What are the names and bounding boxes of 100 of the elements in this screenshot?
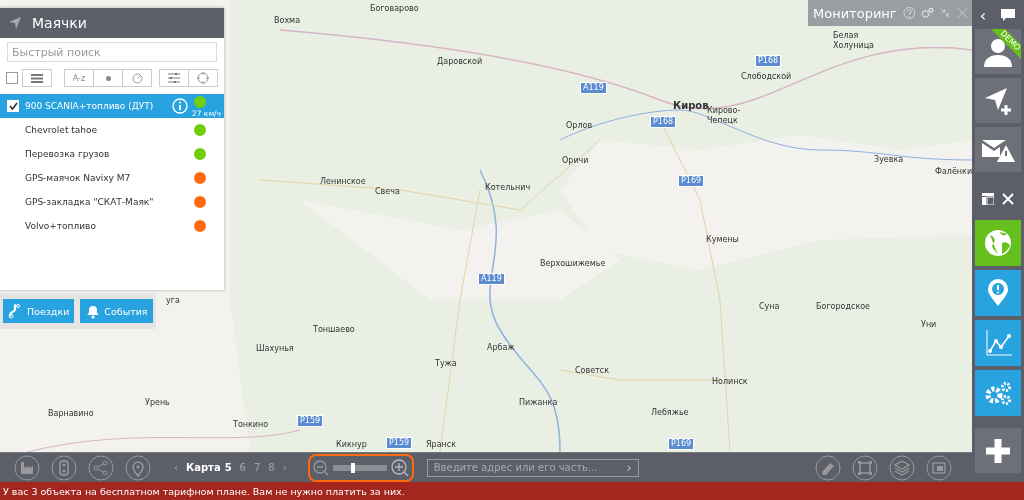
go-button[interactable]: › <box>626 460 632 475</box>
beacon-row[interactable]: Volvo+топливо <box>0 214 224 238</box>
road-number: А119 <box>580 82 607 94</box>
place-label: Кумены <box>706 235 739 245</box>
alerts-button[interactable] <box>975 127 1021 172</box>
beacon-name: Volvo+топливо <box>25 221 97 231</box>
chat-icon[interactable] <box>1000 8 1017 22</box>
road-number: Р169 <box>678 175 705 187</box>
place-label: Яранск <box>426 440 456 450</box>
zoom-slider-thumb[interactable] <box>350 462 355 473</box>
factory-icon[interactable] <box>14 454 40 481</box>
place-label: Верхошижемье <box>540 259 606 269</box>
minimap-icon[interactable] <box>926 454 952 481</box>
search-field[interactable]: Быстрый поиск <box>7 42 217 62</box>
previous-map-button[interactable]: ‹ <box>174 462 178 473</box>
place-label: Боговарово <box>370 4 419 14</box>
help-icon[interactable] <box>902 6 916 20</box>
collapse-icon[interactable] <box>940 7 952 19</box>
map-page-tab[interactable]: 7 <box>253 462 261 473</box>
place-label: Советск <box>575 366 609 376</box>
place-label: Нолинск <box>712 377 748 387</box>
place-label: Лебяжье <box>651 408 689 418</box>
globe-icon <box>984 229 1012 257</box>
place-label: Оричи <box>562 156 589 166</box>
beacon-name: Chevrolet tahoe <box>25 125 99 135</box>
place-label: Ленинское <box>320 177 366 187</box>
beacon-row[interactable]: Перевозка грузов <box>0 142 224 166</box>
zoom-out-icon[interactable] <box>312 459 329 476</box>
layout-icon[interactable] <box>982 193 994 205</box>
map-label: Карта <box>186 462 221 473</box>
sort-alphabetical-button[interactable]: A-z <box>65 70 94 86</box>
place-label: Тужа <box>435 359 457 369</box>
app-button[interactable] <box>975 220 1021 266</box>
app-button[interactable] <box>975 320 1021 366</box>
layers-icon[interactable] <box>889 454 915 481</box>
place-label: Богородское <box>816 302 871 312</box>
beacon-name: GPS-маячок Navixy M7 <box>25 173 132 183</box>
checkmark-icon <box>8 102 18 110</box>
beacon-checkbox[interactable] <box>7 100 19 112</box>
beacon-row[interactable]: GPS-маячок Navixy M7 <box>0 166 224 190</box>
place-label: Уни <box>921 320 937 330</box>
gears-icon <box>984 379 1012 407</box>
dot-icon <box>105 75 111 81</box>
eraser-icon[interactable] <box>815 454 841 481</box>
address-search-field[interactable]: Введите адрес или его часть... › <box>426 458 639 477</box>
place-label: Киров <box>673 101 709 111</box>
traffic-light-icon[interactable] <box>51 454 77 481</box>
panel-button[interactable]: События <box>80 299 153 323</box>
place-label: Арбаж <box>487 343 515 353</box>
beacon-row[interactable]: GPS-закладка "СКАТ-Маяк" <box>0 190 224 214</box>
route-icon <box>8 303 22 319</box>
sliders-icon <box>168 73 180 83</box>
place-label: Варнавино <box>48 409 94 419</box>
map-pin-icon[interactable] <box>125 454 151 481</box>
map-page-tab[interactable]: 5 <box>224 462 232 473</box>
place-label: Зуевка <box>874 155 904 165</box>
crosshair-icon <box>197 72 209 84</box>
place-label: Урень <box>145 398 170 408</box>
app-button[interactable] <box>975 270 1021 316</box>
beacon-name: GPS-закладка "СКАТ-Маяк" <box>25 197 155 207</box>
share-icon[interactable] <box>88 454 114 481</box>
add-beacon-button[interactable] <box>975 78 1021 123</box>
info-icon <box>172 98 188 114</box>
bell-icon <box>85 303 100 319</box>
place-label: Даровской <box>437 57 483 67</box>
select-all-checkbox[interactable] <box>6 72 18 84</box>
place-label: Пижанка <box>519 398 558 408</box>
arrow-plus-icon <box>983 85 1013 116</box>
place-label: Тонкино <box>233 420 269 430</box>
place-label: Фалёнки <box>935 167 972 177</box>
road-number: Р169 <box>668 438 695 450</box>
place-label: Тоншаево <box>313 325 355 335</box>
add-app-button[interactable] <box>975 428 1021 473</box>
place-label: уга <box>166 296 180 306</box>
select-area-icon[interactable] <box>852 454 878 481</box>
map-page-tab[interactable]: 8 <box>268 462 275 473</box>
place-label: Белая Холуница <box>833 31 875 51</box>
next-map-button[interactable]: › <box>282 462 287 473</box>
map-page-tab[interactable]: 6 <box>239 462 246 473</box>
line-chart-icon <box>984 329 1012 357</box>
gauge-icon <box>131 72 143 84</box>
app-button[interactable] <box>975 370 1021 416</box>
plus-icon <box>984 436 1012 465</box>
place-label: Вохма <box>274 16 301 26</box>
panel-title: Маячки <box>32 15 87 31</box>
road-number: А119 <box>478 273 505 285</box>
road-number: Р159 <box>386 437 413 449</box>
place-label: Кикнур <box>336 440 367 450</box>
beacon-row[interactable]: Chevrolet tahoe <box>0 118 224 142</box>
place-label: Суна <box>759 302 780 312</box>
collapse-button[interactable]: ‹ <box>979 5 987 25</box>
status-message: У вас 3 объекта на бесплатном тарифном плане. Вам не нужно платить за них. <box>3 485 405 497</box>
road-number: Р168 <box>650 116 677 128</box>
panel-button[interactable]: Поездки <box>3 299 75 323</box>
place-label: Слободской <box>741 72 792 82</box>
monitoring-title: Мониторинг <box>813 5 897 21</box>
zoom-in-icon[interactable] <box>390 458 409 477</box>
place-label: Свеча <box>375 187 400 197</box>
settings-icon[interactable] <box>921 6 935 20</box>
place-label: Кирово-Чепецк <box>707 106 742 126</box>
